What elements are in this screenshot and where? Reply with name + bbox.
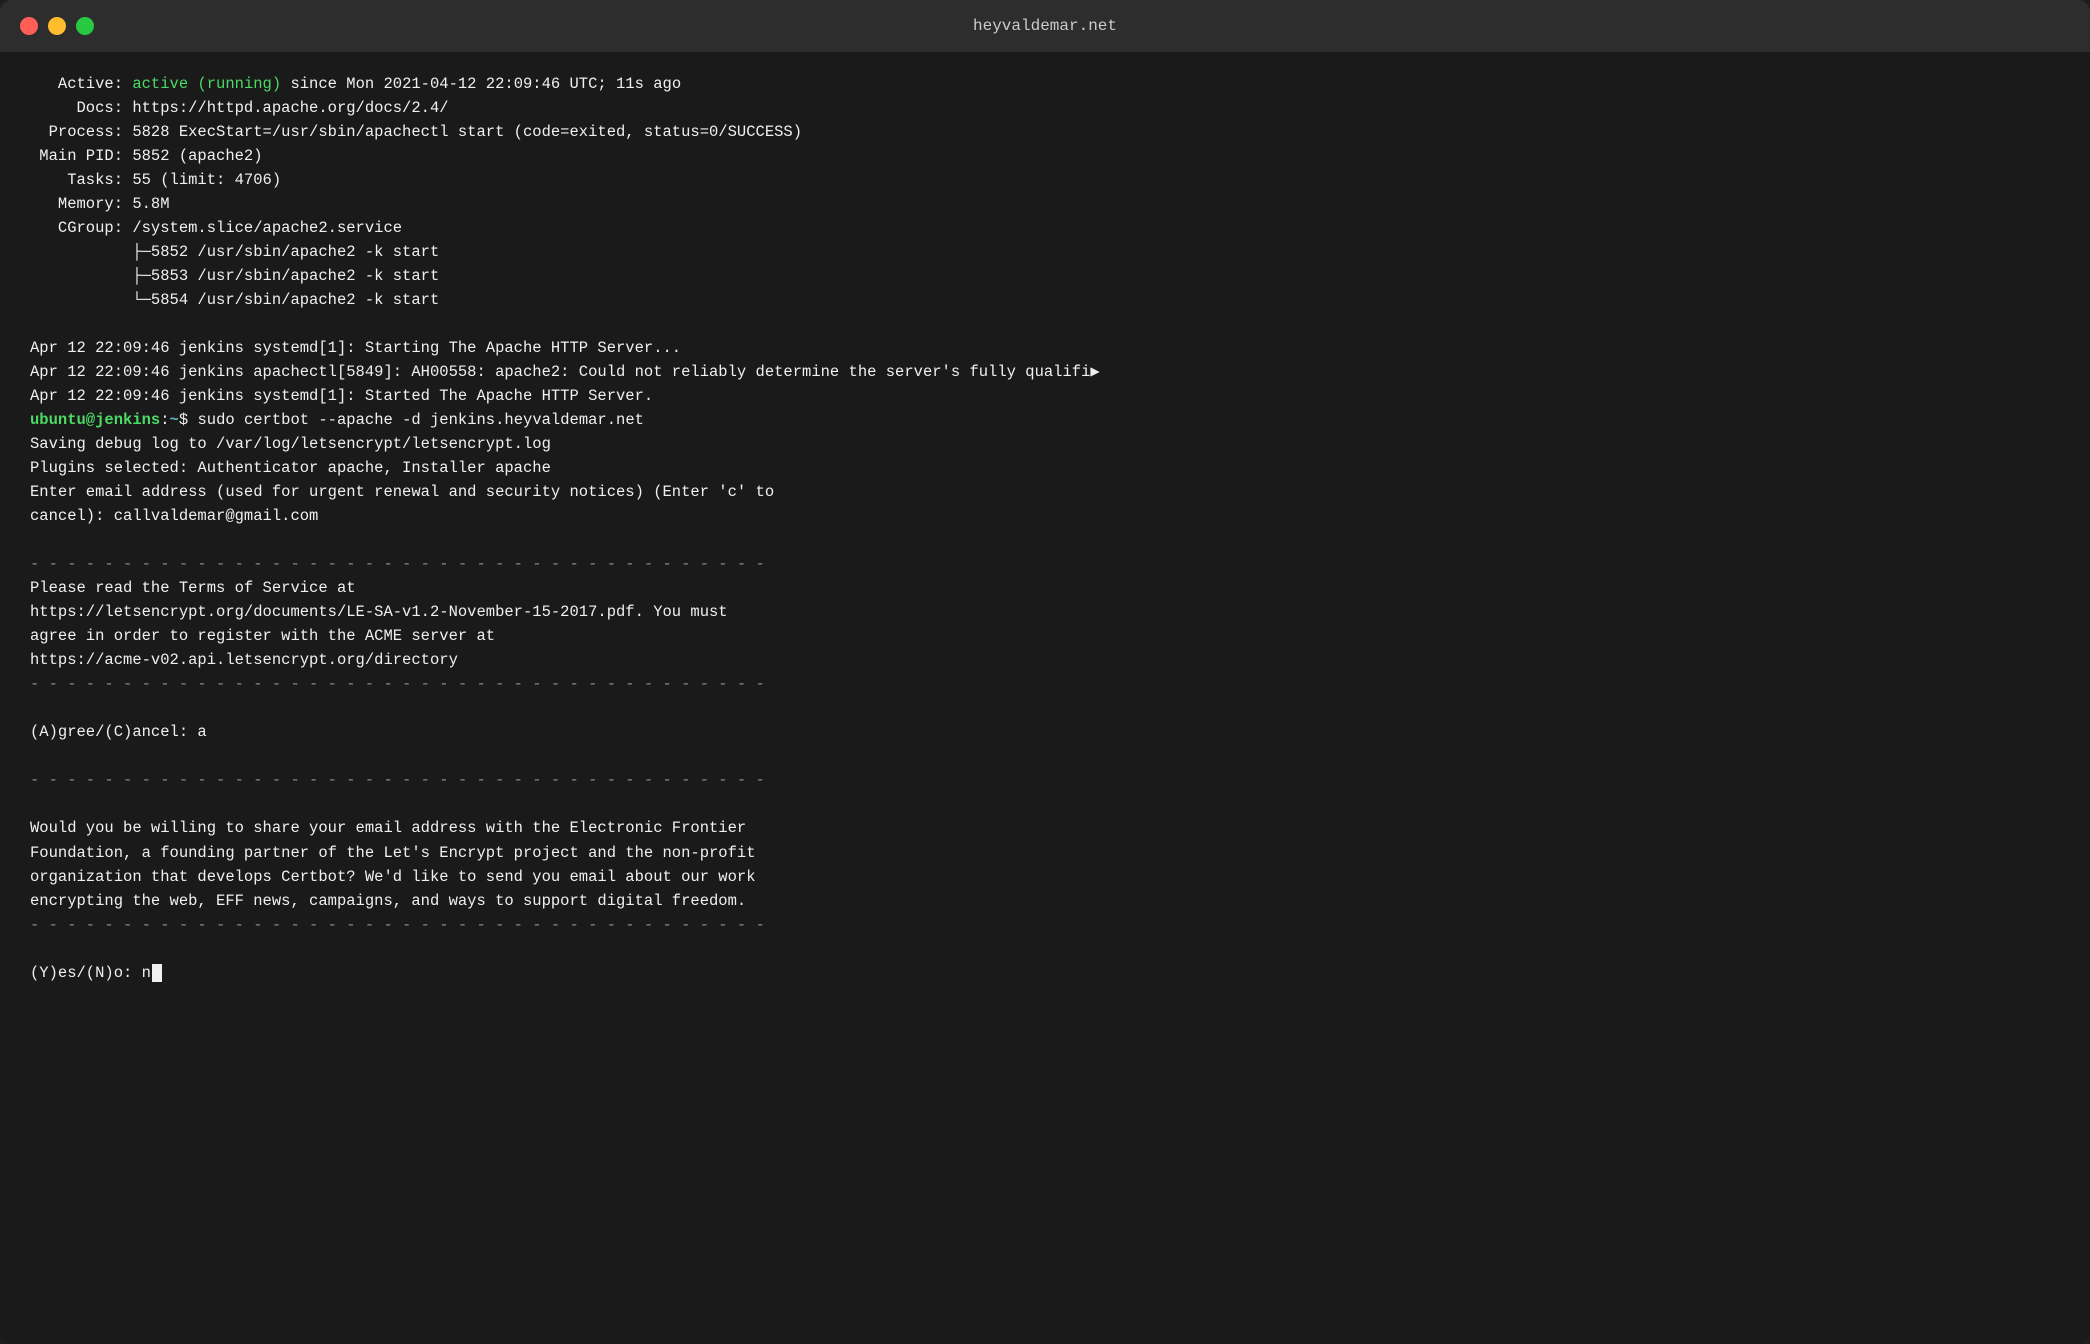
line-email2: cancel): callvaldemar@gmail.com [30, 504, 2060, 528]
line-log3: Apr 12 22:09:46 jenkins systemd[1]: Star… [30, 384, 2060, 408]
close-button[interactable] [20, 17, 38, 35]
line-yesno: (Y)es/(N)o: n [30, 961, 2060, 985]
line-plugins: Plugins selected: Authenticator apache, … [30, 456, 2060, 480]
line-tos2: https://letsencrypt.org/documents/LE-SA-… [30, 600, 2060, 624]
line-eff4: encrypting the web, EFF news, campaigns,… [30, 889, 2060, 913]
titlebar: heyvaldemar.net [0, 0, 2090, 52]
line-email1: Enter email address (used for urgent ren… [30, 480, 2060, 504]
line-blank4 [30, 744, 2060, 768]
separator2: - - - - - - - - - - - - - - - - - - - - … [30, 672, 2060, 696]
line-eff3: organization that develops Certbot? We'd… [30, 865, 2060, 889]
line-log2: Apr 12 22:09:46 jenkins apachectl[5849]:… [30, 360, 2060, 384]
terminal-body[interactable]: Active: active (running) since Mon 2021-… [0, 52, 2090, 1344]
minimize-button[interactable] [48, 17, 66, 35]
line-tos1: Please read the Terms of Service at [30, 576, 2060, 600]
line-saving: Saving debug log to /var/log/letsencrypt… [30, 432, 2060, 456]
separator1: - - - - - - - - - - - - - - - - - - - - … [30, 552, 2060, 576]
line-memory: Memory: 5.8M [30, 192, 2060, 216]
line-blank2 [30, 528, 2060, 552]
line-cgroup: CGroup: /system.slice/apache2.service [30, 216, 2060, 240]
line-cgroup2: ├─5853 /usr/sbin/apache2 -k start [30, 264, 2060, 288]
line-blank6 [30, 937, 2060, 961]
line-mainpid: Main PID: 5852 (apache2) [30, 144, 2060, 168]
line-cgroup1: ├─5852 /usr/sbin/apache2 -k start [30, 240, 2060, 264]
traffic-lights [20, 17, 94, 35]
line-blank3 [30, 696, 2060, 720]
line-process: Process: 5828 ExecStart=/usr/sbin/apache… [30, 120, 2060, 144]
window-title: heyvaldemar.net [973, 17, 1117, 35]
line-active: Active: active (running) since Mon 2021-… [30, 72, 2060, 96]
line-docs: Docs: https://httpd.apache.org/docs/2.4/ [30, 96, 2060, 120]
line-agree: (A)gree/(C)ancel: a [30, 720, 2060, 744]
terminal-window: heyvaldemar.net Active: active (running)… [0, 0, 2090, 1344]
line-tos3: agree in order to register with the ACME… [30, 624, 2060, 648]
line-cgroup3: └─5854 /usr/sbin/apache2 -k start [30, 288, 2060, 312]
line-blank5 [30, 792, 2060, 816]
line-log1: Apr 12 22:09:46 jenkins systemd[1]: Star… [30, 336, 2060, 360]
maximize-button[interactable] [76, 17, 94, 35]
line-eff2: Foundation, a founding partner of the Le… [30, 841, 2060, 865]
separator4: - - - - - - - - - - - - - - - - - - - - … [30, 913, 2060, 937]
line-tasks: Tasks: 55 (limit: 4706) [30, 168, 2060, 192]
separator3: - - - - - - - - - - - - - - - - - - - - … [30, 768, 2060, 792]
cursor [152, 964, 162, 982]
line-blank1 [30, 312, 2060, 336]
line-tos4: https://acme-v02.api.letsencrypt.org/dir… [30, 648, 2060, 672]
line-eff1: Would you be willing to share your email… [30, 816, 2060, 840]
line-prompt: ubuntu@jenkins:~$ sudo certbot --apache … [30, 408, 2060, 432]
